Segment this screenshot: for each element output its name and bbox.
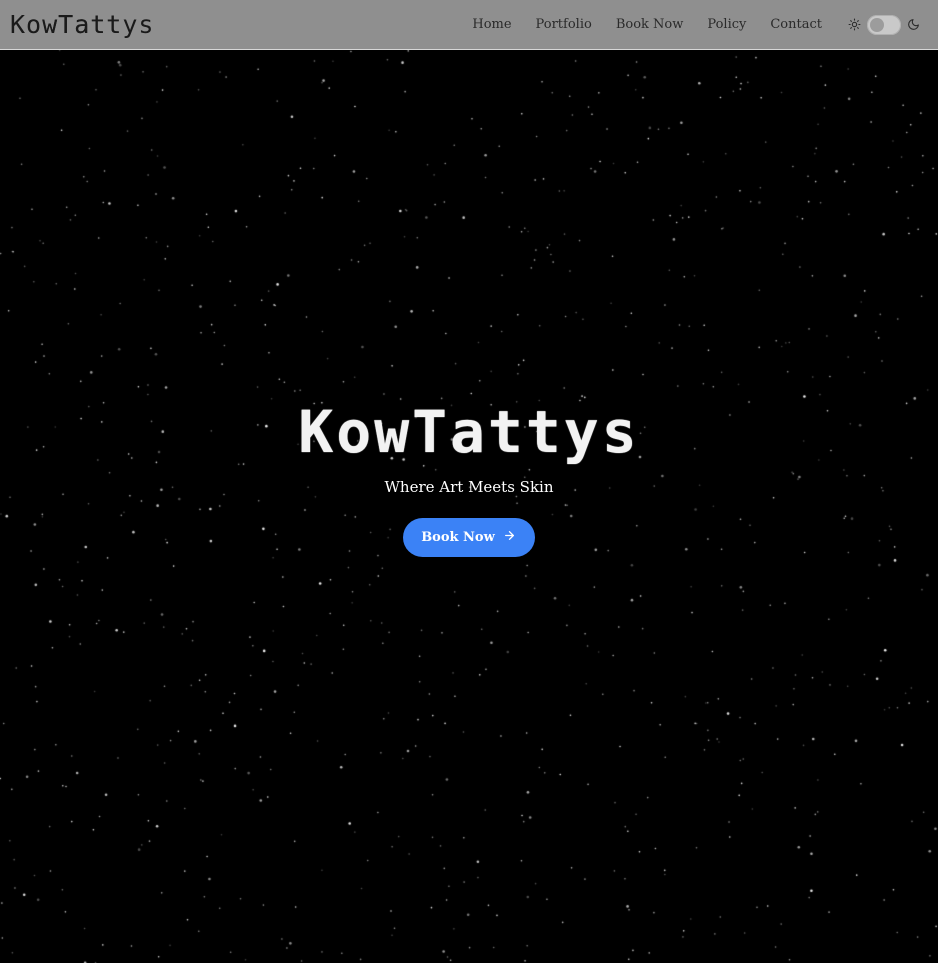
sun-icon [848, 18, 861, 31]
page: KowTattys Home Portfolio Book Now Policy… [0, 0, 938, 963]
theme-toggle[interactable] [867, 14, 901, 35]
theme-toggle-knob [870, 17, 884, 32]
book-now-label: Book Now [421, 530, 495, 545]
hero-tagline: Where Art Meets Skin [384, 478, 554, 496]
theme-controls [848, 14, 920, 35]
navbar: KowTattys Home Portfolio Book Now Policy… [0, 0, 938, 50]
moon-icon [907, 18, 920, 31]
hero-section: KowTattys Where Art Meets Skin Book Now [0, 400, 938, 557]
nav-link-home[interactable]: Home [472, 17, 511, 32]
nav-link-contact[interactable]: Contact [770, 17, 822, 32]
nav-link-policy[interactable]: Policy [707, 17, 746, 32]
brand-logo[interactable]: KowTattys [10, 10, 154, 39]
arrow-right-icon [503, 529, 516, 546]
hero-title: KowTattys [298, 398, 640, 466]
nav-link-book-now[interactable]: Book Now [616, 17, 684, 32]
nav-link-portfolio[interactable]: Portfolio [536, 17, 592, 32]
book-now-button[interactable]: Book Now [403, 518, 535, 557]
nav-links: Home Portfolio Book Now Policy Contact [472, 17, 822, 32]
